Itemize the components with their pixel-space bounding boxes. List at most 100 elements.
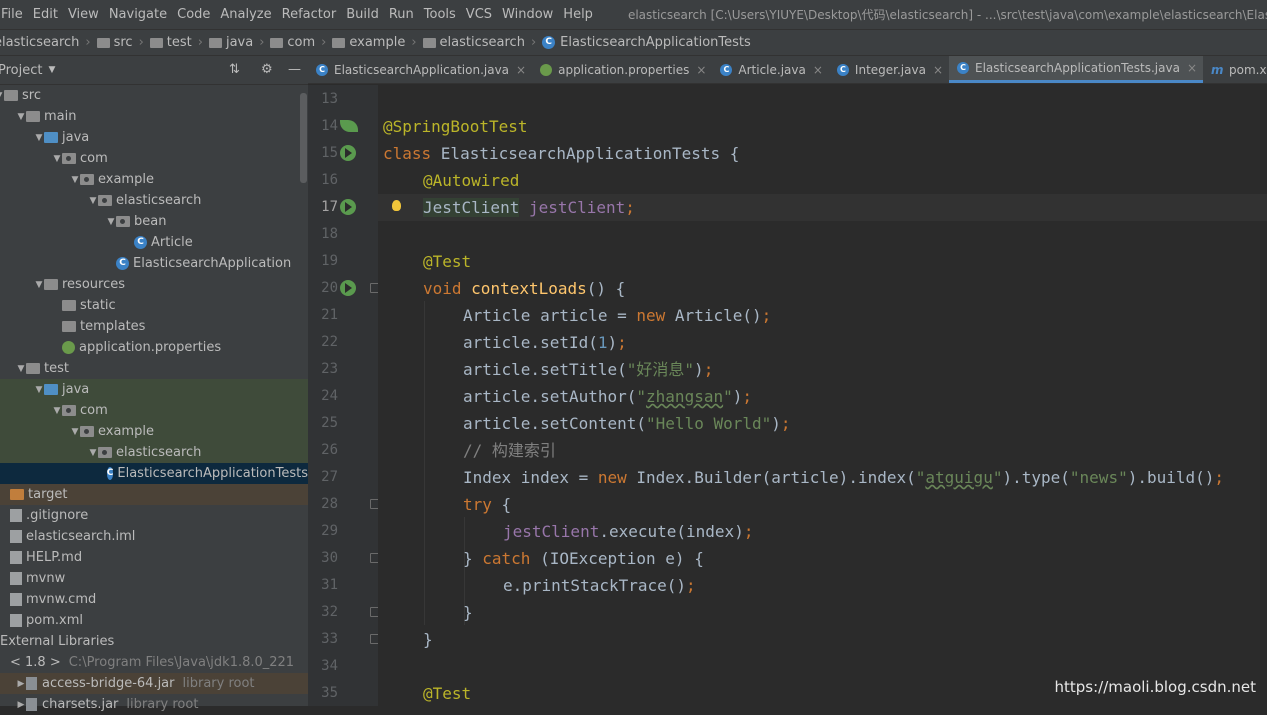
tree-item[interactable]: ▼ java	[0, 127, 308, 148]
code-line[interactable]	[378, 221, 1267, 248]
close-tab-icon[interactable]: ×	[1187, 61, 1197, 75]
expand-arrow-icon[interactable]: ▼	[52, 406, 62, 416]
tree-item[interactable]: < 1.8 > C:\Program Files\Java\jdk1.8.0_22…	[0, 652, 308, 673]
tree-item[interactable]: HELP.md	[0, 547, 308, 568]
tree-item[interactable]: ▼ bean	[0, 211, 308, 232]
editor-tab[interactable]: m pom.xml	[1203, 56, 1267, 83]
code-line[interactable]: article.setTitle("好消息");	[378, 356, 1267, 383]
code-line[interactable]: // 构建索引	[378, 437, 1267, 464]
menu-file[interactable]: File	[0, 0, 28, 29]
editor-tab[interactable]: C ElasticsearchApplication.java ×	[308, 56, 532, 83]
code-line[interactable]: void contextLoads() {	[378, 275, 1267, 302]
code-line[interactable]: }	[378, 599, 1267, 626]
code-line[interactable]	[378, 86, 1267, 113]
editor-tab[interactable]: C Article.java ×	[712, 56, 829, 83]
code-line[interactable]: Article article = new Article();	[378, 302, 1267, 329]
tree-item[interactable]: ▶ access-bridge-64.jar library root	[0, 673, 308, 694]
lightbulb-icon[interactable]	[392, 200, 401, 211]
code-editor[interactable]: @SpringBootTest class ElasticsearchApplic…	[378, 85, 1267, 706]
menu-edit[interactable]: Edit	[28, 0, 63, 29]
run-test-icon[interactable]	[340, 145, 356, 161]
menu-run[interactable]: Run	[384, 0, 419, 29]
close-tab-icon[interactable]: ×	[696, 63, 706, 77]
tree-item[interactable]: ▼ com	[0, 400, 308, 421]
menu-window[interactable]: Window	[497, 0, 558, 29]
tree-item[interactable]: ▼ java	[0, 379, 308, 400]
close-tab-icon[interactable]: ×	[933, 63, 943, 77]
tree-item[interactable]: ▶ charsets.jar library root	[0, 694, 308, 715]
expand-arrow-icon[interactable]: ▼	[16, 364, 26, 374]
menu-tools[interactable]: Tools	[419, 0, 461, 29]
menu-analyze[interactable]: Analyze	[215, 0, 276, 29]
close-tab-icon[interactable]: ×	[813, 63, 823, 77]
menu-vcs[interactable]: VCS	[461, 0, 497, 29]
collapse-arrow-icon[interactable]: ▶	[16, 700, 26, 710]
code-line[interactable]: @Test	[378, 248, 1267, 275]
tree-item[interactable]: ▼ elasticsearch	[0, 190, 308, 211]
minimize-icon[interactable]: —	[288, 62, 301, 77]
tree-item[interactable]: application.properties	[0, 337, 308, 358]
menu-navigate[interactable]: Navigate	[104, 0, 172, 29]
code-line[interactable]: jestClient.execute(index);	[378, 518, 1267, 545]
tree-item[interactable]: ▼ main	[0, 106, 308, 127]
run-test-icon[interactable]	[340, 280, 356, 296]
tree-item[interactable]: C ElasticsearchApplicationTests	[0, 463, 308, 484]
tree-item[interactable]: ▼ elasticsearch	[0, 442, 308, 463]
expand-arrow-icon[interactable]: ▼	[70, 175, 80, 185]
expand-arrow-icon[interactable]: ▼	[106, 217, 116, 227]
code-line[interactable]: article.setContent("Hello World");	[378, 410, 1267, 437]
tree-item[interactable]: ▼ com	[0, 148, 308, 169]
tree-item[interactable]: External Libraries	[0, 631, 308, 652]
tree-item[interactable]: ▼ example	[0, 421, 308, 442]
breadcrumb-item[interactable]: example ›	[332, 35, 422, 50]
code-line[interactable]: Index index = new Index.Builder(article)…	[378, 464, 1267, 491]
code-line[interactable]: JestClient jestClient;	[378, 194, 1267, 221]
tree-item[interactable]: .gitignore	[0, 505, 308, 526]
code-line[interactable]: @SpringBootTest	[378, 113, 1267, 140]
tree-item[interactable]: pom.xml	[0, 610, 308, 631]
gear-icon[interactable]: ⚙	[261, 62, 273, 77]
expand-arrow-icon[interactable]: ▼	[88, 196, 98, 206]
run-test-icon[interactable]	[340, 199, 356, 215]
tree-item[interactable]: templates	[0, 316, 308, 337]
expand-arrow-icon[interactable]: ▼	[34, 280, 44, 290]
breadcrumb-item[interactable]: com ›	[270, 35, 332, 50]
menu-build[interactable]: Build	[341, 0, 384, 29]
tree-item[interactable]: C Article	[0, 232, 308, 253]
code-line[interactable]: class ElasticsearchApplicationTests {	[378, 140, 1267, 167]
expand-arrow-icon[interactable]: ▼	[34, 385, 44, 395]
menu-code[interactable]: Code	[172, 0, 215, 29]
expand-arrow-icon[interactable]: ▼	[16, 112, 26, 122]
breadcrumb-item[interactable]: elasticsearch ›	[422, 35, 543, 50]
expand-arrow-icon[interactable]: ▼	[34, 133, 44, 143]
tree-item[interactable]: ▼ example	[0, 169, 308, 190]
spring-bean-icon[interactable]	[340, 120, 358, 132]
menu-help[interactable]: Help	[558, 0, 598, 29]
menu-view[interactable]: View	[63, 0, 104, 29]
code-line[interactable]: @Autowired	[378, 167, 1267, 194]
code-line[interactable]: } catch (IOException e) {	[378, 545, 1267, 572]
code-line[interactable]: article.setAuthor("zhangsan");	[378, 383, 1267, 410]
tree-scrollbar[interactable]	[300, 93, 307, 183]
editor-tab[interactable]: application.properties ×	[532, 56, 712, 83]
expand-arrow-icon[interactable]: ▼	[52, 154, 62, 164]
tree-item[interactable]: target	[0, 484, 308, 505]
tree-item[interactable]: mvnw	[0, 568, 308, 589]
tree-item[interactable]: ▼src	[0, 85, 308, 106]
breadcrumb-item[interactable]: elasticsearch ›	[0, 35, 97, 50]
editor-tab[interactable]: C Integer.java ×	[829, 56, 949, 83]
code-line[interactable]: try {	[378, 491, 1267, 518]
breadcrumb-item[interactable]: src ›	[96, 35, 150, 50]
collapse-icon[interactable]: ⇅	[229, 62, 240, 77]
expand-arrow-icon[interactable]: ▼	[88, 448, 98, 458]
tree-item[interactable]: C ElasticsearchApplication	[0, 253, 308, 274]
editor-tab[interactable]: C ElasticsearchApplicationTests.java ×	[949, 56, 1203, 83]
tree-item[interactable]: ▼ test	[0, 358, 308, 379]
code-line[interactable]: e.printStackTrace();	[378, 572, 1267, 599]
tree-item[interactable]: ▼ resources	[0, 274, 308, 295]
chevron-down-icon[interactable]: ▼	[48, 65, 55, 75]
breadcrumb-item[interactable]: C ElasticsearchApplicationTests	[542, 35, 751, 50]
breadcrumb-item[interactable]: test ›	[149, 35, 209, 50]
close-tab-icon[interactable]: ×	[516, 63, 526, 77]
code-line[interactable]: article.setId(1);	[378, 329, 1267, 356]
